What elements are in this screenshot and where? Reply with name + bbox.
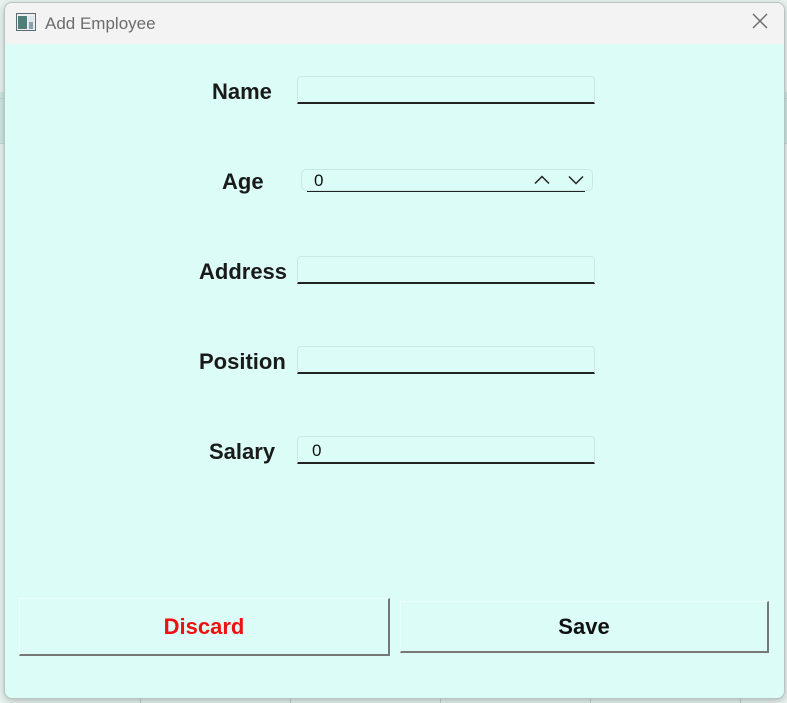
age-decrement-button[interactable] xyxy=(566,173,586,189)
salary-label: Salary xyxy=(209,439,276,464)
app-window-icon xyxy=(16,13,36,31)
age-spinbox[interactable]: 0 xyxy=(301,169,593,192)
address-label: Address xyxy=(199,259,288,284)
title-bar[interactable]: Add Employee xyxy=(5,3,784,44)
name-label: Name xyxy=(212,79,272,104)
name-input[interactable] xyxy=(297,76,595,104)
close-button[interactable] xyxy=(735,3,784,44)
discard-button[interactable]: Discard xyxy=(19,598,390,656)
age-label: Age xyxy=(222,169,264,194)
position-input[interactable] xyxy=(297,346,595,374)
discard-button-label: Discard xyxy=(163,613,245,639)
age-value: 0 xyxy=(314,171,324,190)
address-input[interactable] xyxy=(297,256,595,284)
chevron-up-icon xyxy=(534,172,550,190)
save-button-label: Save xyxy=(558,613,610,639)
window-title: Add Employee xyxy=(45,14,156,33)
chevron-down-icon xyxy=(568,172,584,190)
add-employee-dialog: Add Employee Name Age 0 Address Position… xyxy=(4,2,785,699)
save-button[interactable]: Save xyxy=(400,601,769,653)
age-underline xyxy=(307,191,585,192)
close-icon xyxy=(751,12,769,35)
salary-input[interactable] xyxy=(297,436,595,464)
position-label: Position xyxy=(199,349,286,374)
age-increment-button[interactable] xyxy=(532,173,552,189)
